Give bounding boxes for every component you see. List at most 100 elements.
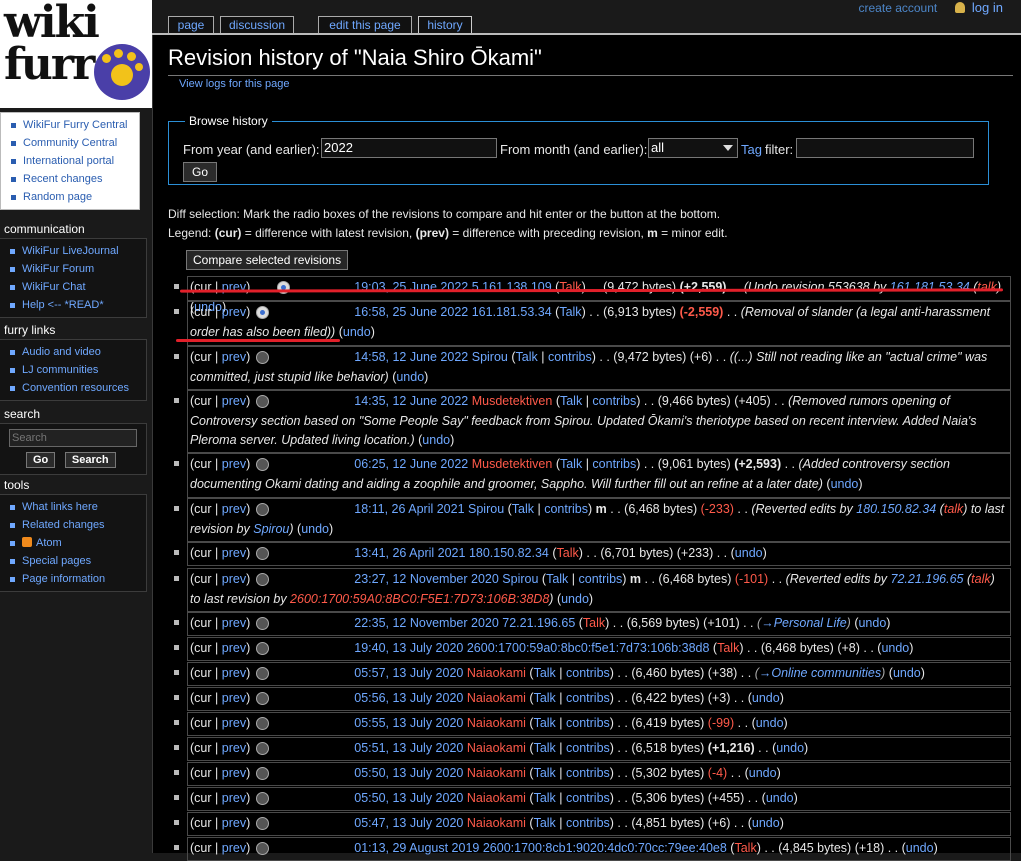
revision-radio-new[interactable] [256,642,269,655]
revision-date-link[interactable]: 05:51, 13 July 2020 [354,741,463,755]
search-go-button[interactable]: Go [26,452,56,468]
tab-page[interactable]: page [168,16,214,34]
revision-date-link[interactable]: 05:47, 13 July 2020 [354,816,463,830]
sidebar-item-special-pages[interactable]: Special pages [8,552,146,570]
revision-date-link[interactable]: 05:55, 13 July 2020 [354,716,463,730]
month-select[interactable]: all [648,138,738,158]
revision-user-link[interactable]: 180.150.82.34 [469,546,549,560]
undo-link[interactable]: undo [766,791,794,805]
sidebar-item-lj-communities[interactable]: LJ communities [8,361,146,379]
undo-link[interactable]: undo [831,477,859,491]
user-talk-link[interactable]: Talk [534,816,556,830]
revision-user-link[interactable]: Naiaokami [467,816,526,830]
revision-date-link[interactable]: 14:58, 12 June 2022 [354,350,468,364]
revision-radio-new[interactable] [256,617,269,630]
revision-radio-new[interactable] [256,503,269,516]
revision-user-link[interactable]: 161.181.53.34 [472,305,552,319]
user-talk-link[interactable]: Talk [717,641,739,655]
revision-user-link[interactable]: Naiaokami [467,791,526,805]
prev-diff-link[interactable]: prev [222,716,246,730]
user-contribs-link[interactable]: contribs [566,791,610,805]
user-contribs-link[interactable]: contribs [566,741,610,755]
tag-filter-input[interactable] [796,138,974,158]
user-talk-link[interactable]: Talk [560,394,582,408]
revision-date-link[interactable]: 05:57, 13 July 2020 [354,666,463,680]
summary-revert-user-link[interactable]: 2600:1700:59A0:8BC0:F5E1:7D73:106B:38D8 [290,592,549,606]
revision-date-link[interactable]: 18:11, 26 April 2021 [354,502,464,516]
compare-revisions-button[interactable]: Compare selected revisions [186,250,349,270]
user-talk-link[interactable]: Talk [534,666,556,680]
create-account-link[interactable]: create account [859,1,938,15]
user-contribs-link[interactable]: contribs [548,350,592,364]
tab-discussion[interactable]: discussion [220,16,294,34]
revision-user-link[interactable]: Musdetektiven [472,394,553,408]
undo-link[interactable]: undo [893,666,921,680]
summary-talk-link[interactable]: talk [944,502,963,516]
revision-user-link[interactable]: 2600:1700:59a0:8bc0:f5e1:7d73:106b:38d8 [467,641,710,655]
tab-edit[interactable]: edit this page [318,16,412,34]
user-contribs-link[interactable]: contribs [592,457,636,471]
revision-user-link[interactable]: Naiaokami [467,666,526,680]
sidebar-item-page-information[interactable]: Page information [8,570,146,588]
prev-diff-link[interactable]: prev [222,394,246,408]
sidebar-item-wikifur-forum[interactable]: WikiFur Forum [8,260,146,278]
sidebar-item-wikifur-chat[interactable]: WikiFur Chat [8,278,146,296]
user-contribs-link[interactable]: contribs [566,666,610,680]
revision-radio-new[interactable] [256,792,269,805]
revision-date-link[interactable]: 05:50, 13 July 2020 [354,766,463,780]
revision-radio-new[interactable] [256,667,269,680]
tag-link[interactable]: Tag [741,142,762,157]
user-talk-link[interactable]: Talk [534,716,556,730]
sidebar-item-audio-and-video[interactable]: Audio and video [8,343,146,361]
user-talk-link[interactable]: Talk [534,766,556,780]
revision-user-link[interactable]: Musdetektiven [472,457,553,471]
login-link[interactable]: log in [972,0,1003,15]
prev-diff-link[interactable]: prev [222,666,246,680]
revision-radio-new[interactable] [256,717,269,730]
summary-talk-link[interactable]: talk [971,572,990,586]
prev-diff-link[interactable]: prev [222,691,246,705]
revision-user-link[interactable]: Naiaokami [467,691,526,705]
section-link[interactable]: →Personal Life [761,616,846,630]
prev-diff-link[interactable]: prev [222,816,246,830]
year-input[interactable]: 2022 [321,138,497,158]
revision-date-link[interactable]: 19:40, 13 July 2020 [354,641,463,655]
prev-diff-link[interactable]: prev [222,641,246,655]
revision-user-link[interactable]: Spirou [468,502,504,516]
search-input[interactable] [9,429,137,447]
revision-date-link[interactable]: 23:27, 12 November 2020 [354,572,499,586]
revision-date-link[interactable]: 05:56, 13 July 2020 [354,691,463,705]
sidebar-item-recent-changes[interactable]: Recent changes [9,170,139,188]
sidebar-item-what-links-here[interactable]: What links here [8,498,146,516]
undo-link[interactable]: undo [396,370,424,384]
undo-link[interactable]: undo [749,766,777,780]
undo-link[interactable]: undo [343,325,371,339]
user-talk-link[interactable]: Talk [512,502,534,516]
revision-radio-new[interactable] [256,842,269,855]
user-contribs-link[interactable]: contribs [566,716,610,730]
summary-user-link[interactable]: 180.150.82.34 [856,502,936,516]
undo-link[interactable]: undo [301,522,329,536]
user-contribs-link[interactable]: contribs [566,766,610,780]
search-button[interactable]: Search [64,452,116,468]
go-button[interactable]: Go [183,162,217,182]
user-contribs-link[interactable]: contribs [579,572,623,586]
revision-date-link[interactable]: 16:58, 25 June 2022 [354,305,468,319]
undo-link[interactable]: undo [776,741,804,755]
revision-date-link[interactable]: 22:35, 12 November 2020 [354,616,499,630]
user-talk-link[interactable]: Talk [583,616,605,630]
user-talk-link[interactable]: Talk [534,791,556,805]
undo-link[interactable]: undo [881,641,909,655]
user-talk-link[interactable]: Talk [560,457,582,471]
summary-user-link[interactable]: 161.181.53.34 [890,280,970,294]
revision-user-link[interactable]: Spirou [502,572,538,586]
sidebar-item-atom[interactable]: Atom [8,534,146,552]
prev-diff-link[interactable]: prev [222,741,246,755]
revision-radio-new[interactable] [256,817,269,830]
revision-radio-new[interactable] [256,395,269,408]
revision-radio-new[interactable] [256,547,269,560]
user-talk-link[interactable]: Talk [546,572,568,586]
revision-user-link[interactable]: Naiaokami [467,741,526,755]
revision-radio-new[interactable] [256,351,269,364]
prev-diff-link[interactable]: prev [222,791,246,805]
